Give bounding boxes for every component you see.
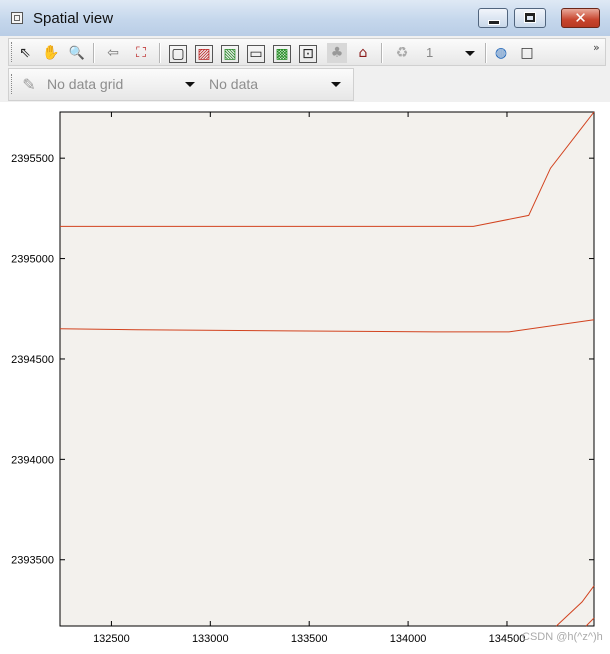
x-tick-label: 134500 [489, 633, 526, 645]
y-tick-label: 2394000 [11, 454, 54, 466]
y-tick-label: 2395500 [11, 153, 54, 165]
spatial-view-window: Spatial view ✕ ⇖ ✋ 🔍 ⇦ ⛶ ▢ ▨ ▧ ▭ ▩ ⊡ ♣ ⌂… [0, 0, 610, 654]
watermark: CSDN @h(^z^)h [522, 631, 603, 643]
x-tick-label: 134000 [390, 633, 427, 645]
y-tick-label: 2394500 [11, 354, 54, 366]
y-tick-label: 2393500 [11, 555, 54, 567]
x-tick-label: 132500 [93, 633, 130, 645]
plot-area [59, 111, 595, 627]
spatial-map-chart[interactable]: 132500 133000 133500 134000 134500 2393500 239… [0, 0, 610, 654]
x-tick-label: 133500 [291, 633, 328, 645]
y-tick-label: 2395000 [11, 254, 54, 266]
x-tick-label: 133000 [192, 633, 229, 645]
